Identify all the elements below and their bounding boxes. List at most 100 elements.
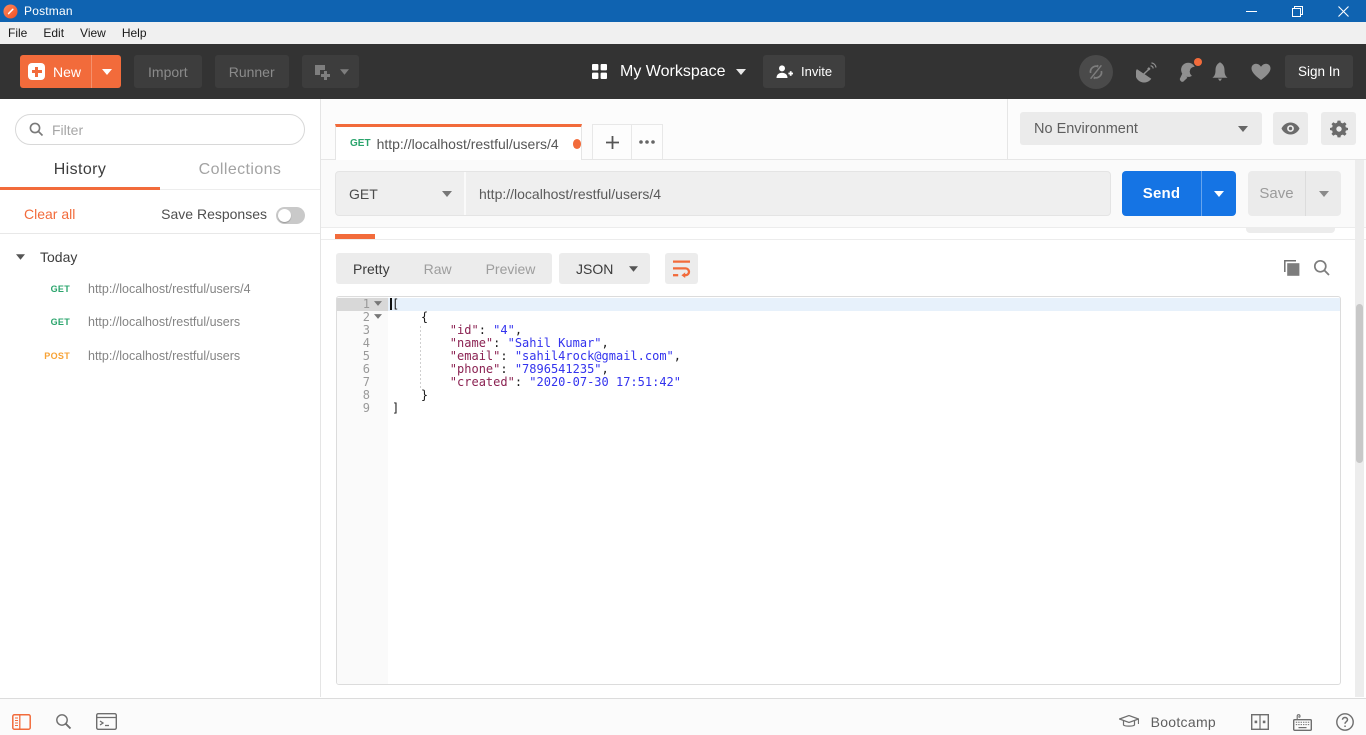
unsaved-dot bbox=[573, 139, 581, 149]
search-response-button[interactable] bbox=[1313, 259, 1331, 277]
satellite-icon bbox=[1136, 61, 1158, 83]
find-button[interactable] bbox=[55, 713, 72, 730]
sidebar-toggle-icon bbox=[12, 714, 31, 730]
announcements-button[interactable] bbox=[1177, 61, 1199, 83]
window-title: Postman bbox=[24, 4, 73, 18]
filter-placeholder: Filter bbox=[52, 122, 83, 138]
history-item[interactable]: GEThttp://localhost/restful/users bbox=[0, 306, 320, 340]
tab-options-button[interactable] bbox=[631, 125, 662, 159]
menu-view[interactable]: View bbox=[72, 22, 114, 44]
help-button[interactable] bbox=[1336, 713, 1354, 731]
two-pane-icon bbox=[1251, 714, 1269, 730]
sidebar-tabs: History Collections bbox=[0, 161, 320, 190]
import-button[interactable]: Import bbox=[134, 55, 202, 88]
save-label: Save bbox=[1248, 171, 1305, 216]
plus-icon bbox=[28, 63, 45, 80]
invite-label: Invite bbox=[801, 64, 832, 79]
sign-in-button[interactable]: Sign In bbox=[1285, 55, 1353, 88]
fold-caret-icon[interactable] bbox=[374, 301, 382, 306]
console-button[interactable] bbox=[96, 713, 117, 730]
tab-history[interactable]: History bbox=[0, 161, 160, 190]
tab-collections[interactable]: Collections bbox=[160, 161, 320, 190]
invite-button[interactable]: Invite bbox=[763, 55, 845, 88]
copy-response-button[interactable] bbox=[1284, 260, 1301, 277]
menu-help[interactable]: Help bbox=[114, 22, 155, 44]
sync-off-icon bbox=[1086, 62, 1106, 82]
settings-button[interactable] bbox=[1321, 112, 1356, 145]
titlebar: Postman bbox=[0, 0, 1366, 22]
interceptor-button[interactable] bbox=[1250, 62, 1272, 82]
new-tab-button[interactable] bbox=[593, 125, 631, 159]
minimize-button[interactable] bbox=[1228, 0, 1274, 22]
satellite-button[interactable] bbox=[1136, 61, 1158, 83]
save-responses-toggle[interactable] bbox=[276, 207, 305, 224]
history-item-url: http://localhost/restful/users/4 bbox=[88, 282, 251, 296]
save-options-caret[interactable] bbox=[1305, 171, 1341, 216]
response-format-select[interactable]: JSON bbox=[559, 253, 650, 284]
response-body-editor[interactable]: 123456789 [ { "id": "4", "name": "Sahil … bbox=[336, 296, 1341, 685]
response-format-value: JSON bbox=[576, 261, 613, 277]
save-button[interactable]: Save bbox=[1248, 171, 1341, 216]
save-responses-label: Save Responses bbox=[161, 206, 267, 222]
open-new-button[interactable] bbox=[302, 55, 359, 88]
new-button-caret[interactable] bbox=[91, 55, 121, 88]
notification-dot bbox=[1194, 58, 1202, 66]
method-select[interactable]: GET bbox=[336, 172, 466, 215]
toggle-sidebar-button[interactable] bbox=[12, 714, 31, 730]
workspace-label: My Workspace bbox=[620, 63, 726, 81]
view-pretty[interactable]: Pretty bbox=[336, 261, 407, 277]
chevron-down-icon bbox=[102, 69, 112, 75]
filter-input[interactable]: Filter bbox=[15, 114, 305, 145]
history-item[interactable]: POSThttp://localhost/restful/users bbox=[0, 339, 320, 373]
response-scrollbar[interactable] bbox=[1355, 160, 1364, 697]
wrap-lines-icon bbox=[672, 259, 691, 278]
sidebar: Filter History Collections Clear all Sav… bbox=[0, 99, 321, 697]
toolbar-left-group: New Import Runner bbox=[20, 55, 359, 88]
send-options-caret[interactable] bbox=[1201, 171, 1236, 216]
grid-icon bbox=[592, 64, 607, 79]
environment-preview-button[interactable] bbox=[1273, 112, 1308, 145]
wrap-lines-button[interactable] bbox=[665, 253, 698, 284]
view-raw[interactable]: Raw bbox=[407, 261, 469, 277]
sync-disabled-button[interactable] bbox=[1079, 55, 1113, 89]
clear-all-link[interactable]: Clear all bbox=[24, 206, 75, 222]
history-item[interactable]: GEThttp://localhost/restful/users/4 bbox=[0, 272, 320, 306]
restore-icon bbox=[1292, 6, 1303, 17]
send-button[interactable]: Send bbox=[1122, 171, 1236, 216]
new-button[interactable]: New bbox=[20, 55, 121, 88]
url-input[interactable]: http://localhost/restful/users/4 bbox=[466, 172, 1110, 215]
fold-caret-icon[interactable] bbox=[374, 314, 382, 319]
shortcuts-button[interactable] bbox=[1293, 713, 1312, 731]
runner-button[interactable]: Runner bbox=[215, 55, 289, 88]
chevron-down-icon bbox=[1319, 191, 1329, 197]
request-tab-title: http://localhost/restful/users/4 bbox=[377, 136, 559, 152]
menubar: File Edit View Help bbox=[0, 22, 1366, 44]
history-list: Today GEThttp://localhost/restful/users/… bbox=[0, 233, 320, 373]
new-button-label: New bbox=[53, 64, 81, 80]
view-preview[interactable]: Preview bbox=[469, 261, 553, 277]
text-cursor bbox=[390, 298, 392, 310]
history-group-today[interactable]: Today bbox=[0, 242, 320, 272]
new-button-main[interactable]: New bbox=[20, 55, 91, 88]
bootcamp-label: Bootcamp bbox=[1151, 714, 1216, 730]
menu-edit[interactable]: Edit bbox=[35, 22, 72, 44]
history-item-method: GET bbox=[44, 317, 70, 327]
two-pane-view-button[interactable] bbox=[1251, 714, 1269, 730]
workspace-switcher[interactable]: My Workspace bbox=[592, 44, 746, 99]
environment-select[interactable]: No Environment bbox=[1020, 112, 1262, 145]
bootcamp-button[interactable]: Bootcamp bbox=[1119, 714, 1216, 730]
close-icon bbox=[1338, 6, 1349, 17]
window-controls bbox=[1228, 0, 1366, 22]
chevron-down-icon bbox=[736, 69, 746, 75]
copy-icon bbox=[1284, 260, 1301, 277]
scrollbar-thumb[interactable] bbox=[1356, 304, 1363, 463]
menu-file[interactable]: File bbox=[0, 22, 35, 44]
request-builder: GET http://localhost/restful/users/4 Sen… bbox=[321, 160, 1366, 228]
close-button[interactable] bbox=[1320, 0, 1366, 22]
request-tab[interactable]: GET http://localhost/restful/users/4 bbox=[335, 124, 582, 160]
content-pane: GET http://localhost/restful/users/4 No … bbox=[321, 99, 1366, 697]
statusbar: Bootcamp bbox=[0, 698, 1366, 735]
restore-button[interactable] bbox=[1274, 0, 1320, 22]
tab-strip: GET http://localhost/restful/users/4 No … bbox=[321, 99, 1366, 160]
notifications-button[interactable] bbox=[1210, 61, 1230, 83]
